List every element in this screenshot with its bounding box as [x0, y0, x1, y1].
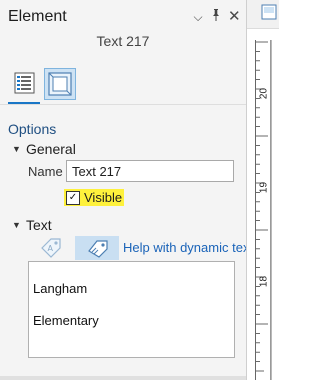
- layout-view: 20 19 18: [247, 0, 279, 380]
- dynamic-text-tag-icon: [88, 240, 108, 258]
- vertical-ruler: 20 19 18: [255, 40, 271, 380]
- element-pane: Element ⌵ ✕ Text 217 Options ▼ General N…: [0, 0, 246, 380]
- pane-header-controls: ⌵ ✕: [192, 9, 240, 24]
- close-icon[interactable]: ✕: [228, 9, 241, 24]
- text-line: Langham: [33, 281, 88, 296]
- page-edge: [271, 40, 272, 380]
- options-heading: Options: [8, 121, 57, 137]
- general-group-toggle[interactable]: ▼ General: [12, 141, 76, 157]
- visible-checkbox-row[interactable]: ✓ Visible: [64, 189, 124, 206]
- text-line: Elementary: [33, 313, 99, 328]
- tab-divider: [0, 104, 246, 105]
- text-list-icon: [14, 72, 35, 94]
- text-properties-tab[interactable]: [10, 68, 40, 98]
- ruler-number: 20: [258, 87, 270, 100]
- text-tag-icon: A: [41, 238, 61, 258]
- name-label: Name: [28, 164, 63, 179]
- visible-checkbox[interactable]: ✓: [66, 190, 80, 205]
- frame-display-icon: [48, 72, 72, 96]
- layout-view-tabbar: [247, 0, 279, 29]
- pin-icon[interactable]: [210, 9, 222, 24]
- chevron-down-icon[interactable]: ⌵: [192, 10, 204, 24]
- insert-dynamic-text-button[interactable]: A: [38, 234, 64, 260]
- help-dynamic-text-link[interactable]: Help with dynamic text: [123, 240, 246, 255]
- ruler-number: 19: [258, 181, 270, 194]
- text-group-toggle[interactable]: ▼ Text: [12, 217, 52, 233]
- display-tab[interactable]: [44, 68, 76, 100]
- general-group-label: General: [26, 141, 76, 157]
- layout-tab-icon[interactable]: [261, 4, 277, 20]
- svg-text:A: A: [48, 244, 54, 253]
- element-name-heading: Text 217: [96, 33, 150, 49]
- dynamic-text-help-button[interactable]: [75, 236, 119, 260]
- visible-label: Visible: [84, 190, 123, 205]
- pane-title: Element: [8, 8, 67, 25]
- name-input[interactable]: [66, 160, 234, 182]
- text-content-area[interactable]: Langham Elementary: [28, 261, 235, 358]
- ruler-number: 18: [258, 275, 270, 288]
- text-group-label: Text: [26, 217, 52, 233]
- pane-bottom-edge: [0, 376, 246, 380]
- pane-tabs: [8, 64, 78, 105]
- chevron-down-icon: ▼: [12, 144, 21, 154]
- chevron-down-icon: ▼: [12, 220, 21, 230]
